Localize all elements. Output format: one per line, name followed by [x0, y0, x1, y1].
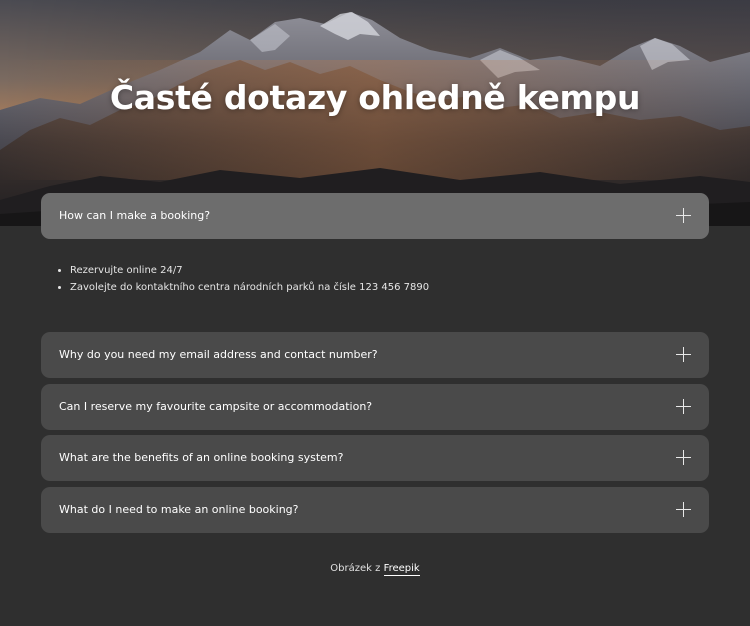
credit-prefix: Obrázek z: [330, 563, 381, 574]
freepik-link[interactable]: Freepik: [383, 563, 420, 576]
faq-answer: Rezervujte online 24/7 Zavolejte do kont…: [58, 262, 429, 296]
faq-item-email[interactable]: Why do you need my email address and con…: [41, 332, 709, 378]
faq-question: Can I reserve my favourite campsite or a…: [59, 400, 373, 413]
faq-question: Why do you need my email address and con…: [59, 348, 378, 361]
faq-item-booking[interactable]: How can I make a booking?: [41, 193, 709, 239]
plus-icon[interactable]: [676, 347, 691, 362]
faq-question: What do I need to make an online booking…: [59, 503, 299, 516]
plus-icon[interactable]: [676, 399, 691, 414]
plus-icon[interactable]: [676, 208, 691, 223]
answer-item: Rezervujte online 24/7: [70, 262, 429, 279]
faq-question: What are the benefits of an online booki…: [59, 451, 344, 464]
plus-icon[interactable]: [676, 450, 691, 465]
faq-question: How can I make a booking?: [59, 209, 211, 222]
faq-item-reserve[interactable]: Can I reserve my favourite campsite or a…: [41, 384, 709, 430]
plus-icon[interactable]: [676, 502, 691, 517]
faq-item-benefits[interactable]: What are the benefits of an online booki…: [41, 435, 709, 481]
page-title: Časté dotazy ohledně kempu: [109, 78, 641, 117]
answer-item: Zavolejte do kontaktního centra národníc…: [70, 279, 429, 296]
faq-page: Časté dotazy ohledně kempu How can I mak…: [0, 0, 750, 626]
faq-item-requirements[interactable]: What do I need to make an online booking…: [41, 487, 709, 533]
image-credit: Obrázek z Freepik: [0, 563, 750, 576]
